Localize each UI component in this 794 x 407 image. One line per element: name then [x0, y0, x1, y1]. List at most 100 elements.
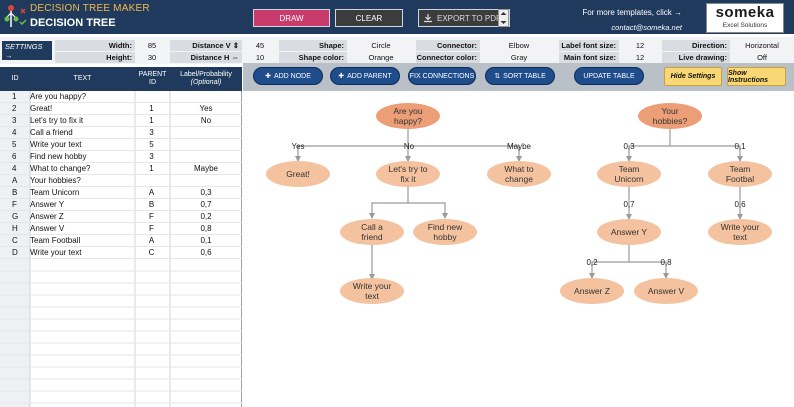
label-font-size-label: Label font size: — [559, 40, 619, 51]
show-instructions-button[interactable]: Show Instructions — [727, 67, 786, 86]
distance-h-value[interactable]: 10 — [243, 52, 277, 63]
shape-label: Shape: — [279, 40, 347, 51]
edge-label-0-2: 0,2 — [586, 258, 598, 267]
row-label — [170, 175, 242, 187]
more-templates-link[interactable]: For more templates, click → — [582, 8, 682, 17]
node-write-your-text-2[interactable]: Write your text — [708, 219, 772, 245]
row-id: 1 — [12, 92, 17, 101]
node-answer-z[interactable]: Answer Z — [560, 278, 624, 304]
distance-v-value[interactable]: 45 — [243, 40, 277, 51]
node-call-friend[interactable]: Call a friend — [340, 219, 404, 245]
sort-table-label: SORT TABLE — [503, 72, 546, 80]
table-row[interactable]: 1 Are you happy? — [0, 91, 242, 103]
live-drawing-value[interactable]: Off — [731, 52, 793, 63]
row-text: Your hobbies? — [30, 176, 81, 185]
sort-table-button[interactable]: ⇅ SORT TABLE — [485, 67, 555, 85]
node-line: hobbies? — [653, 116, 688, 126]
node-line: Find new — [428, 222, 463, 232]
fix-connections-button[interactable]: FIX CONNECTIONS — [408, 67, 476, 85]
table-row[interactable]: C Team Football A 0,1 — [0, 235, 242, 247]
row-id: F — [12, 200, 17, 209]
table-row[interactable]: 2 Great! 1 Yes — [0, 103, 242, 115]
brand-subtitle: Excel Solutions — [722, 22, 768, 29]
node-answer-v[interactable]: Answer V — [634, 278, 698, 304]
distance-v-label: Distance V ⇕ — [170, 40, 242, 51]
node-team-football[interactable]: Team Footbal — [708, 161, 772, 187]
export-spinner-icon[interactable] — [498, 9, 509, 27]
row-id: G — [12, 212, 19, 221]
node-what-to-change[interactable]: What to change — [487, 161, 551, 187]
row-parent: 1 — [149, 104, 154, 113]
node-line: Great! — [286, 169, 310, 179]
row-label: 0,3 — [200, 188, 212, 197]
table-row[interactable]: B Team Unicorn A 0,3 — [0, 187, 242, 199]
node-line: Answer V — [648, 286, 685, 296]
table-row[interactable]: 6 Find new hobby 3 — [0, 151, 242, 163]
node-great[interactable]: Great! — [266, 161, 330, 187]
add-parent-button[interactable]: ✚ ADD PARENT — [330, 67, 400, 85]
table-row[interactable]: A Your hobbies? — [0, 175, 242, 187]
connectors — [295, 129, 743, 280]
edge-label-0-7: 0,7 — [623, 200, 635, 209]
connector-label: Connector: — [416, 40, 480, 51]
row-parent: F — [149, 224, 154, 233]
table-row[interactable]: G Answer Z F 0,2 — [0, 211, 242, 223]
contact-email[interactable]: contact@someka.net — [611, 23, 682, 32]
node-team-unicorn[interactable]: Team Unicorn — [597, 161, 661, 187]
table-row[interactable]: H Answer V F 0,8 — [0, 223, 242, 235]
node-line: text — [733, 232, 747, 242]
connector-maybe — [408, 145, 522, 162]
brand-logo[interactable]: someka Excel Solutions — [706, 3, 784, 33]
row-parent: B — [148, 200, 155, 209]
draw-button[interactable]: DRAW — [253, 9, 330, 27]
id-column-header: ID — [11, 75, 19, 82]
row-text: Team Football — [30, 236, 81, 245]
table-row[interactable]: D Write your text C 0,6 — [0, 247, 242, 259]
node-line: fix it — [400, 174, 416, 184]
row-text: Write your text — [30, 140, 82, 149]
table-row[interactable]: 4 What to change? 1 Maybe — [0, 163, 242, 175]
row-text: What to change? — [30, 164, 91, 173]
row-id: C — [12, 236, 18, 245]
add-node-button[interactable]: ✚ ADD NODE — [253, 67, 323, 85]
node-write-your-text[interactable]: Write your text — [340, 278, 404, 304]
width-value[interactable]: 85 — [136, 40, 168, 51]
table-row[interactable]: 3 Let's try to fix it 1 No — [0, 115, 242, 127]
row-id: 5 — [12, 140, 17, 149]
node-line: What to — [504, 164, 534, 174]
node-your-hobbies[interactable]: Your hobbies? — [638, 103, 702, 129]
add-node-label: ADD NODE — [273, 72, 311, 80]
node-line: Footbal — [726, 174, 754, 184]
live-drawing-label: Live drawing: — [662, 52, 730, 63]
decision-tree-canvas: Yes No Maybe 0,3 0,1 0,7 0,6 0,2 0,8 Are… — [266, 103, 772, 304]
shape-value[interactable]: Circle — [348, 40, 414, 51]
hide-settings-button[interactable]: Hide Settings — [664, 67, 722, 86]
direction-value[interactable]: Horizontal — [731, 40, 793, 51]
table-row[interactable]: 5 Write your text 5 — [0, 139, 242, 151]
row-id: H — [12, 224, 18, 233]
row-text: Answer V — [30, 224, 65, 233]
row-label — [170, 139, 242, 151]
shape-color-value[interactable]: Orange — [348, 52, 414, 63]
row-parent: A — [148, 188, 155, 197]
node-answer-y[interactable]: Answer Y — [597, 219, 661, 245]
row-label: 0,6 — [200, 248, 212, 257]
height-value[interactable]: 30 — [136, 52, 168, 63]
edge-label-yes: Yes — [291, 142, 304, 151]
node-line: friend — [361, 232, 383, 242]
node-find-new-hobby[interactable]: Find new hobby — [413, 219, 477, 245]
node-are-you-happy[interactable]: Are you happy? — [376, 103, 440, 129]
update-table-button[interactable]: UPDATE TABLE — [574, 67, 644, 85]
table-row[interactable]: 4 Call a friend 3 — [0, 127, 242, 139]
connector-color-value[interactable]: Gray — [481, 52, 557, 63]
table-row[interactable]: F Answer Y B 0,7 — [0, 199, 242, 211]
edge-label-no: No — [404, 142, 415, 151]
connector-value[interactable]: Elbow — [481, 40, 557, 51]
label-font-size-value[interactable]: 12 — [620, 40, 660, 51]
node-lets-try-fix[interactable]: Let's try to fix it — [376, 161, 440, 187]
main-font-size-value[interactable]: 12 — [620, 52, 660, 63]
row-text: Call a friend — [30, 128, 73, 137]
export-pdf-button[interactable]: EXPORT TO PDF — [418, 9, 510, 27]
clear-button[interactable]: CLEAR — [335, 9, 403, 27]
edge-label-0-3: 0,3 — [623, 142, 635, 151]
